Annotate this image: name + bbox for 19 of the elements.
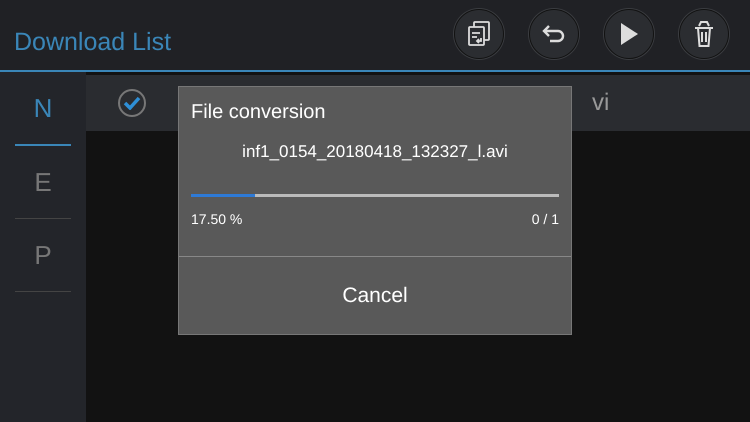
play-icon <box>618 21 640 47</box>
undo-icon <box>541 24 567 44</box>
sidebar-tab[interactable]: N <box>15 72 71 146</box>
delete-button[interactable] <box>679 9 729 59</box>
documents-icon <box>467 21 491 47</box>
trash-icon <box>693 20 715 48</box>
checkbox[interactable] <box>118 89 146 117</box>
play-button[interactable] <box>604 9 654 59</box>
dialog-title: File conversion <box>191 101 327 124</box>
undo-button[interactable] <box>529 9 579 59</box>
percent-text: 17.50 % <box>191 211 242 227</box>
file-name: inf1_0154_20180418_132327_l.avi <box>241 142 509 162</box>
file-name: vi <box>592 89 610 117</box>
checkmark-icon <box>123 96 141 110</box>
sidebar-tab[interactable]: E <box>15 146 71 219</box>
page-title: Download List <box>14 28 172 57</box>
sidebar-tab[interactable]: P <box>15 219 71 292</box>
count-text: 0 / 1 <box>532 211 559 227</box>
copy-button[interactable] <box>454 9 504 59</box>
